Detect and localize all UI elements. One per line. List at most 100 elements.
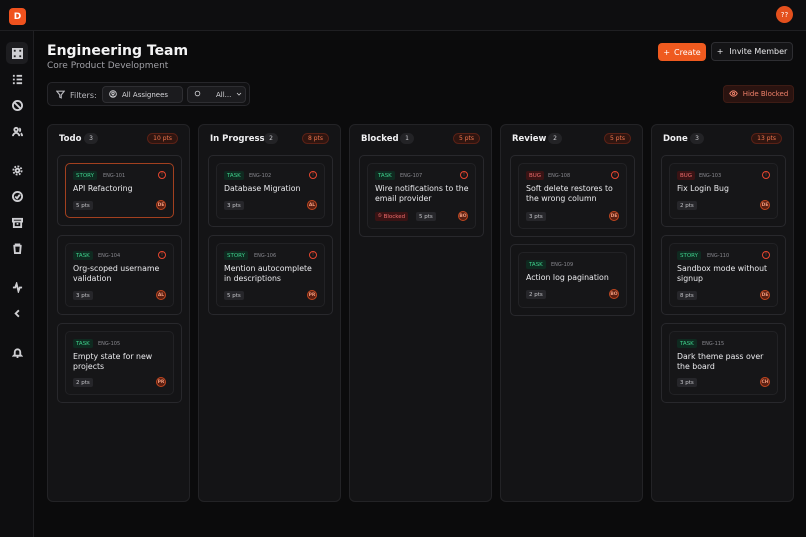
- task-card[interactable]: TASK ENG-102 ! Database Migration 3 pts …: [216, 163, 325, 219]
- checklist-icon[interactable]: [6, 68, 28, 90]
- card-title: Fix Login Bug: [677, 184, 729, 193]
- task-card[interactable]: TASK ENG-104 ! Org-scoped username valid…: [65, 243, 174, 307]
- eye-off-icon: [728, 89, 738, 100]
- card-points: 2 pts: [73, 378, 93, 387]
- assignee-filter-select[interactable]: All Assignees: [102, 86, 183, 103]
- assignee-avatar: DE: [156, 200, 166, 210]
- top-bar: D ??: [0, 0, 806, 31]
- app-logo[interactable]: D: [9, 8, 26, 25]
- column-count: 3: [84, 133, 98, 144]
- invite-label: Invite Member: [729, 47, 788, 56]
- collapse-chevron-icon[interactable]: [6, 302, 28, 324]
- trash-icon[interactable]: [6, 237, 28, 259]
- column-count: 3: [690, 133, 704, 144]
- column-count: 1: [400, 133, 414, 144]
- column-points: 13 pts: [751, 133, 782, 144]
- column-count: 2: [264, 133, 278, 144]
- card-wrapper: TASK ENG-115 Dark theme pass over the bo…: [661, 323, 786, 403]
- card-points: 8 pts: [677, 291, 697, 300]
- blocked-label: Blocked: [383, 213, 406, 220]
- column-points: 5 pts: [452, 133, 480, 144]
- card-points: 2 pts: [677, 201, 697, 210]
- invite-member-button[interactable]: + Invite Member: [711, 42, 793, 61]
- card-type-tag: STORY: [73, 171, 98, 180]
- priority-alert-icon: !: [158, 251, 166, 259]
- task-card[interactable]: STORY ENG-110 ! Sandbox mode without sig…: [669, 243, 778, 307]
- card-title: Mention autocomplete in descriptions: [224, 264, 312, 283]
- card-wrapper: STORY ENG-101 ! API Refactoring 5 pts DE: [57, 155, 182, 226]
- filters-bar: Filters: All Assignees All...: [47, 82, 250, 106]
- card-key: ENG-102: [249, 173, 272, 179]
- task-card[interactable]: TASK ENG-107 ! Wire notifications to the…: [367, 163, 476, 229]
- assignee-avatar: BO: [458, 211, 468, 221]
- card-type-tag: BUG: [526, 171, 545, 180]
- check-circle-icon[interactable]: [6, 185, 28, 207]
- blocked-badge: ⦸ Blocked: [375, 212, 409, 221]
- bell-icon[interactable]: [6, 341, 28, 363]
- task-card[interactable]: BUG ENG-108 ! Soft delete restores to th…: [518, 163, 627, 229]
- task-card[interactable]: STORY ENG-106 ! Mention autocomplete in …: [216, 243, 325, 307]
- circle-icon: [194, 90, 201, 99]
- card-wrapper: STORY ENG-106 ! Mention autocomplete in …: [208, 235, 333, 315]
- dashboard-icon[interactable]: [6, 42, 28, 64]
- assignee-avatar: PR: [156, 377, 166, 387]
- priority-alert-icon: !: [611, 171, 619, 179]
- card-type-tag: STORY: [224, 251, 249, 260]
- card-key: ENG-105: [98, 341, 121, 347]
- assignee-avatar: PR: [307, 290, 317, 300]
- secondary-filter-select[interactable]: All...: [187, 86, 246, 103]
- card-title: API Refactoring: [73, 184, 133, 193]
- blocked-icon: ⦸: [378, 213, 382, 219]
- plus-icon: +: [716, 47, 724, 56]
- card-points: 3 pts: [526, 212, 546, 221]
- task-card[interactable]: BUG ENG-103 ! Fix Login Bug 2 pts DE: [669, 163, 778, 219]
- card-wrapper: TASK ENG-104 ! Org-scoped username valid…: [57, 235, 182, 315]
- filters-label: Filters:: [55, 90, 97, 101]
- filter-icon: [55, 90, 66, 101]
- card-key: ENG-103: [699, 173, 722, 179]
- card-type-tag: TASK: [526, 260, 546, 269]
- column-blocked: Blocked 1 5 pts TASK ENG-107 ! Wire noti…: [349, 124, 492, 502]
- card-title: Dark theme pass over the board: [677, 352, 764, 371]
- priority-alert-icon: !: [762, 251, 770, 259]
- blocked-icon[interactable]: [6, 94, 28, 116]
- card-key: ENG-104: [98, 253, 121, 259]
- priority-alert-icon: !: [460, 171, 468, 179]
- card-key: ENG-106: [254, 253, 277, 259]
- task-card[interactable]: STORY ENG-101 ! API Refactoring 5 pts DE: [65, 163, 174, 218]
- task-card[interactable]: TASK ENG-115 Dark theme pass over the bo…: [669, 331, 778, 395]
- card-key: ENG-109: [551, 262, 574, 268]
- card-type-tag: TASK: [73, 339, 93, 348]
- card-title: Action log pagination: [526, 273, 609, 282]
- column-points: 8 pts: [301, 133, 329, 144]
- assignee-avatar: CH: [760, 377, 770, 387]
- card-points: 2 pts: [526, 290, 546, 299]
- card-key: ENG-115: [702, 341, 725, 347]
- column-title: Blocked: [361, 134, 399, 144]
- settings-icon[interactable]: [6, 159, 28, 181]
- assignee-filter-value: All Assignees: [122, 90, 169, 99]
- card-type-tag: TASK: [677, 339, 697, 348]
- task-card[interactable]: TASK ENG-105 Empty state for new project…: [65, 331, 174, 395]
- hide-blocked-button[interactable]: Hide Blocked: [723, 85, 794, 103]
- assignee-avatar: DE: [760, 290, 770, 300]
- column-points: 10 pts: [147, 133, 178, 144]
- column-title: Done: [663, 134, 688, 144]
- card-points: 3 pts: [677, 378, 697, 387]
- card-points: 3 pts: [73, 291, 93, 300]
- card-wrapper: STORY ENG-110 ! Sandbox mode without sig…: [661, 235, 786, 315]
- card-key: ENG-108: [548, 173, 571, 179]
- card-title: Org-scoped username validation: [73, 264, 160, 283]
- priority-alert-icon: !: [309, 251, 317, 259]
- archive-icon[interactable]: [6, 211, 28, 233]
- card-type-tag: BUG: [677, 171, 696, 180]
- users-icon[interactable]: [6, 120, 28, 142]
- user-avatar[interactable]: ??: [776, 6, 793, 23]
- assignee-avatar: DE: [609, 211, 619, 221]
- create-button[interactable]: + Create: [658, 43, 706, 61]
- task-card[interactable]: TASK ENG-109 Action log pagination 2 pts…: [518, 252, 627, 308]
- column-review: Review 2 5 pts BUG ENG-108 ! Soft delete…: [500, 124, 643, 502]
- activity-icon[interactable]: [6, 276, 28, 298]
- card-points: 5 pts: [224, 291, 244, 300]
- page-title: Engineering Team: [47, 43, 189, 59]
